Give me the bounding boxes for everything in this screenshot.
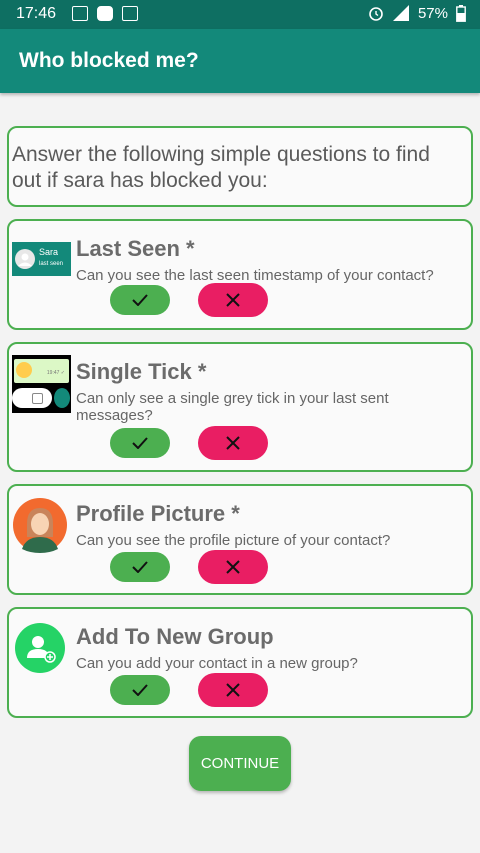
question-description: Can you add your contact in a new group?	[76, 655, 358, 672]
app-bar: Who blocked me?	[0, 29, 480, 93]
avatar-icon	[15, 249, 35, 269]
status-time: 17:46	[16, 5, 57, 22]
signal-icon	[392, 5, 409, 21]
question-description: Can you see the profile picture of your …	[76, 532, 391, 549]
emoji-icon	[16, 362, 32, 378]
mic-icon	[54, 388, 70, 408]
video-icon	[97, 6, 113, 21]
camera-icon	[32, 393, 43, 404]
intro-text: Answer the following simple questions to…	[12, 143, 430, 192]
page-title: Who blocked me?	[19, 49, 199, 72]
image-icon	[72, 6, 88, 21]
question-description: Can only see a single grey tick in your …	[76, 390, 389, 424]
translate-icon	[122, 6, 138, 21]
thumb-message-time: 19:47 ✓	[46, 370, 65, 376]
status-bar: 17:46 57%	[0, 0, 480, 29]
thumb-contact-name: Sara	[39, 247, 59, 257]
close-icon	[226, 436, 240, 450]
intro-card: Answer the following simple questions to…	[7, 126, 473, 207]
single-tick-thumbnail: 19:47 ✓	[12, 355, 71, 413]
yes-button[interactable]	[110, 285, 170, 315]
question-title: Last Seen *	[76, 236, 195, 261]
close-icon	[226, 560, 240, 574]
question-title: Profile Picture *	[76, 501, 240, 526]
yes-button[interactable]	[110, 428, 170, 458]
battery-percent: 57%	[417, 4, 448, 22]
question-title: Single Tick *	[76, 359, 207, 384]
profile-avatar-icon	[13, 498, 67, 553]
notification-icons	[72, 6, 138, 21]
add-group-thumbnail	[12, 620, 68, 676]
no-button[interactable]	[198, 550, 268, 584]
check-icon	[132, 684, 148, 696]
close-icon	[226, 683, 240, 697]
thumb-last-seen: last seen	[39, 261, 64, 267]
yes-button[interactable]	[110, 552, 170, 582]
thumb-input-bar	[12, 388, 52, 408]
question-card-profile-picture: Profile Picture * Can you see the profil…	[7, 484, 473, 595]
check-icon	[132, 561, 148, 573]
check-icon	[132, 437, 148, 449]
status-right: 57%	[368, 4, 466, 22]
question-card-add-to-group: Add To New Group Can you add your contac…	[7, 607, 473, 718]
no-button[interactable]	[198, 426, 268, 460]
close-icon	[226, 293, 240, 307]
question-card-last-seen: Sara last seen Last Seen * Can you see t…	[7, 219, 473, 330]
continue-button[interactable]: CONTINUE	[189, 736, 291, 791]
alarm-icon	[369, 7, 383, 21]
question-title: Add To New Group	[76, 624, 274, 649]
no-button[interactable]	[198, 283, 268, 317]
add-contact-icon	[15, 623, 65, 673]
question-card-single-tick: 19:47 ✓ Single Tick * Can only see a sin…	[7, 342, 473, 472]
thumb-message-bubble: 19:47 ✓	[14, 359, 69, 383]
no-button[interactable]	[198, 673, 268, 707]
last-seen-thumbnail: Sara last seen	[12, 242, 71, 276]
profile-picture-thumbnail	[12, 497, 68, 553]
question-description: Can you see the last seen timestamp of y…	[76, 267, 434, 284]
battery-icon	[456, 4, 466, 22]
yes-button[interactable]	[110, 675, 170, 705]
check-icon	[132, 294, 148, 306]
